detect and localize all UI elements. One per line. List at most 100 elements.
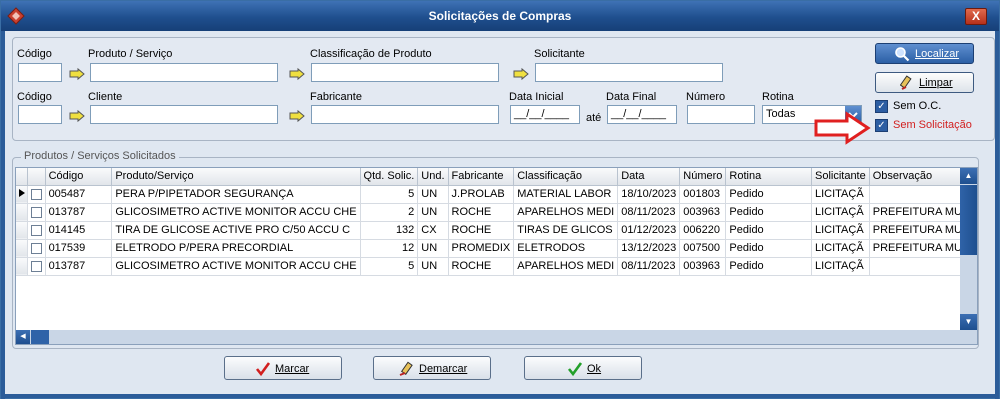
cell-fabricante: PROMEDIX: [448, 239, 515, 258]
cell-fabricante: ROCHE: [448, 203, 515, 222]
rotina-select-value: Todas: [766, 108, 796, 120]
cell-numero: 006220: [679, 221, 727, 240]
search-pointer-icon[interactable]: [289, 67, 307, 81]
ate-label: até: [586, 112, 602, 124]
scroll-down-icon[interactable]: ▼: [960, 314, 977, 330]
cell-solicitante: LICITAÇÃ: [811, 257, 870, 276]
codigo-cliente-label: Código: [17, 91, 52, 103]
row-indicator-icon: [16, 185, 29, 204]
scroll-up-icon[interactable]: ▲: [960, 168, 977, 184]
cell-qtd: 132: [360, 221, 419, 240]
col-header-numero[interactable]: Número: [679, 168, 727, 186]
localizar-button[interactable]: Localizar: [875, 43, 974, 64]
col-header-codigo[interactable]: Código: [45, 168, 113, 186]
data-final-input[interactable]: __/__/____: [607, 105, 677, 124]
cliente-label: Cliente: [88, 91, 123, 103]
cell-data: 18/10/2023: [617, 185, 681, 204]
cliente-input[interactable]: [90, 105, 278, 124]
ok-button[interactable]: Ok: [524, 356, 642, 380]
col-header-produto[interactable]: Produto/Serviço: [111, 168, 361, 186]
title-bar: Solicitações de Compras X: [1, 1, 999, 31]
horizontal-scrollbar[interactable]: ◀: [16, 330, 961, 344]
cell-solicitante: LICITAÇÃ: [811, 185, 870, 204]
row-indicator: [16, 203, 29, 222]
sem-oc-checkbox[interactable]: ✓: [875, 100, 888, 113]
table-row[interactable]: 013787 GLICOSIMETRO ACTIVE MONITOR ACCU …: [16, 257, 977, 276]
codigo-label: Código: [17, 48, 52, 60]
eraser-icon: [399, 361, 413, 376]
cell-rotina: Pedido: [725, 239, 812, 258]
produto-servico-input[interactable]: [90, 63, 278, 82]
solicitacoes-window: Solicitações de Compras X Código Produto…: [0, 0, 1000, 399]
close-button[interactable]: X: [965, 8, 987, 25]
cell-data: 01/12/2023: [617, 221, 681, 240]
data-inicial-label: Data Inicial: [509, 91, 564, 103]
marcar-button[interactable]: Marcar: [224, 356, 342, 380]
cell-und: CX: [417, 221, 449, 240]
table-row[interactable]: 005487 PERA P/PIPETADOR SEGURANÇA 5 UN J…: [16, 185, 977, 204]
col-header-data[interactable]: Data: [617, 168, 681, 186]
horizontal-scroll-thumb[interactable]: [31, 330, 49, 344]
limpar-label: Limpar: [919, 77, 953, 89]
cell-qtd: 12: [360, 239, 419, 258]
fabricante-label: Fabricante: [310, 91, 362, 103]
cell-und: UN: [417, 257, 449, 276]
sem-oc-label: Sem O.C.: [893, 100, 942, 112]
classificacao-input[interactable]: [311, 63, 499, 82]
cell-codigo: 013787: [45, 257, 113, 276]
annotation-arrow-icon: [814, 111, 871, 145]
col-header-qtd[interactable]: Qtd. Solic.: [360, 168, 419, 186]
window-frame-bottom: [1, 394, 999, 398]
cell-numero: 001803: [679, 185, 727, 204]
fabricante-input[interactable]: [311, 105, 499, 124]
cell-codigo: 013787: [45, 203, 113, 222]
cell-numero: 007500: [679, 239, 727, 258]
search-pointer-icon[interactable]: [69, 67, 87, 81]
search-pointer-icon[interactable]: [289, 109, 307, 123]
table-row[interactable]: 014145 TIRA DE GLICOSE ACTIVE PRO C/50 A…: [16, 221, 977, 240]
col-header-rotina[interactable]: Rotina: [725, 168, 812, 186]
cell-numero: 003963: [679, 257, 727, 276]
cell-classificacao: ELETRODOS: [513, 239, 619, 258]
row-indicator: [16, 221, 29, 240]
row-checkbox[interactable]: [27, 257, 46, 276]
search-pointer-icon[interactable]: [69, 109, 87, 123]
table-row[interactable]: 017539 ELETRODO P/PERA PRECORDIAL 12 UN …: [16, 239, 977, 258]
limpar-button[interactable]: Limpar: [875, 72, 974, 93]
classificacao-label: Classificação de Produto: [310, 48, 432, 60]
row-checkbox[interactable]: [27, 203, 46, 222]
cell-classificacao: APARELHOS MEDI: [513, 257, 619, 276]
cell-data: 08/11/2023: [617, 203, 681, 222]
col-header-solicitante[interactable]: Solicitante: [811, 168, 870, 186]
numero-input[interactable]: [687, 105, 755, 124]
products-grid[interactable]: Código Produto/Serviço Qtd. Solic. Und. …: [15, 167, 978, 345]
row-indicator: [16, 239, 29, 258]
scroll-left-icon[interactable]: ◀: [16, 330, 30, 344]
cell-fabricante: ROCHE: [448, 257, 515, 276]
products-group-title: Produtos / Serviços Solicitados: [21, 150, 179, 162]
row-indicator: [16, 257, 29, 276]
cell-rotina: Pedido: [725, 221, 812, 240]
codigo-cliente-input[interactable]: [18, 105, 62, 124]
row-checkbox[interactable]: [27, 185, 46, 204]
row-checkbox[interactable]: [27, 239, 46, 258]
sem-solicitacao-checkbox[interactable]: ✓: [875, 119, 888, 132]
col-header-fabricante[interactable]: Fabricante: [448, 168, 515, 186]
demarcar-button[interactable]: Demarcar: [373, 356, 491, 380]
solicitante-input[interactable]: [535, 63, 723, 82]
cell-classificacao: TIRAS DE GLICOS: [513, 221, 619, 240]
row-checkbox[interactable]: [27, 221, 46, 240]
demarcar-label: Demarcar: [419, 363, 468, 375]
search-pointer-icon[interactable]: [513, 67, 531, 81]
col-header-classificacao[interactable]: Classificação: [513, 168, 619, 186]
window-frame-left: [1, 31, 5, 399]
vertical-scrollbar[interactable]: ▲ ▼: [960, 168, 977, 344]
cell-codigo: 017539: [45, 239, 113, 258]
data-inicial-input[interactable]: __/__/____: [510, 105, 580, 124]
codigo-input[interactable]: [18, 63, 62, 82]
table-row[interactable]: 013787 GLICOSIMETRO ACTIVE MONITOR ACCU …: [16, 203, 977, 222]
cell-rotina: Pedido: [725, 257, 812, 276]
scroll-thumb[interactable]: [960, 185, 977, 255]
col-header-und[interactable]: Und.: [417, 168, 449, 186]
cell-qtd: 5: [360, 185, 419, 204]
